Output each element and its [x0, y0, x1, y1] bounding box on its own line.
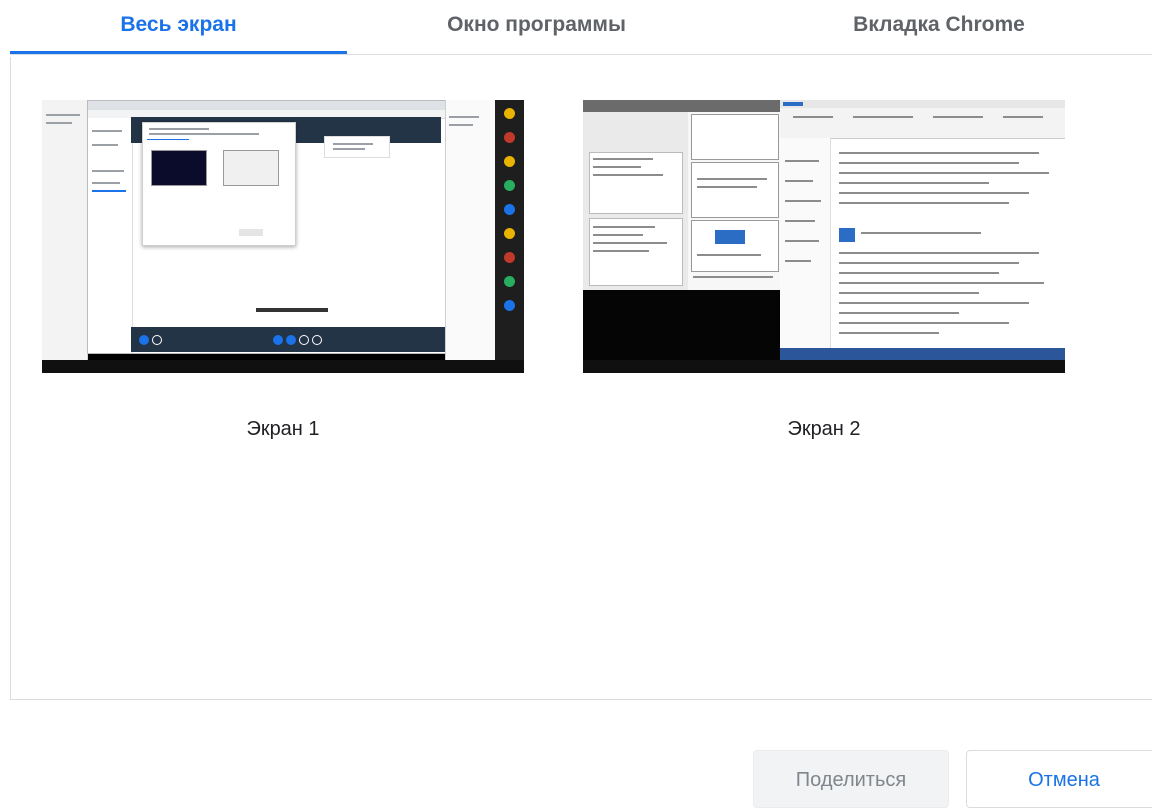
share-button[interactable]: Поделиться — [753, 750, 949, 808]
tab-entire-screen[interactable]: Весь экран — [10, 0, 347, 54]
tabs-divider — [10, 54, 1152, 55]
screen-2-thumbnail[interactable] — [583, 100, 1065, 373]
screen-1-thumbnail[interactable] — [42, 100, 524, 373]
screen-1-label: Экран 1 — [246, 418, 320, 440]
screen-picker-area: Экран 1 Экран 2 — [10, 57, 1152, 700]
tab-chrome-tab[interactable]: Вкладка Chrome — [726, 0, 1152, 54]
screen-option-2[interactable]: Экран 2 — [583, 100, 1065, 440]
source-tabs: Весь экран Окно программы Вкладка Chrome — [0, 0, 1152, 58]
cancel-button[interactable]: Отмена — [966, 750, 1152, 808]
tab-application-window[interactable]: Окно программы — [347, 0, 726, 54]
screen-2-label: Экран 2 — [787, 418, 861, 440]
screen-option-1[interactable]: Экран 1 — [42, 100, 524, 440]
